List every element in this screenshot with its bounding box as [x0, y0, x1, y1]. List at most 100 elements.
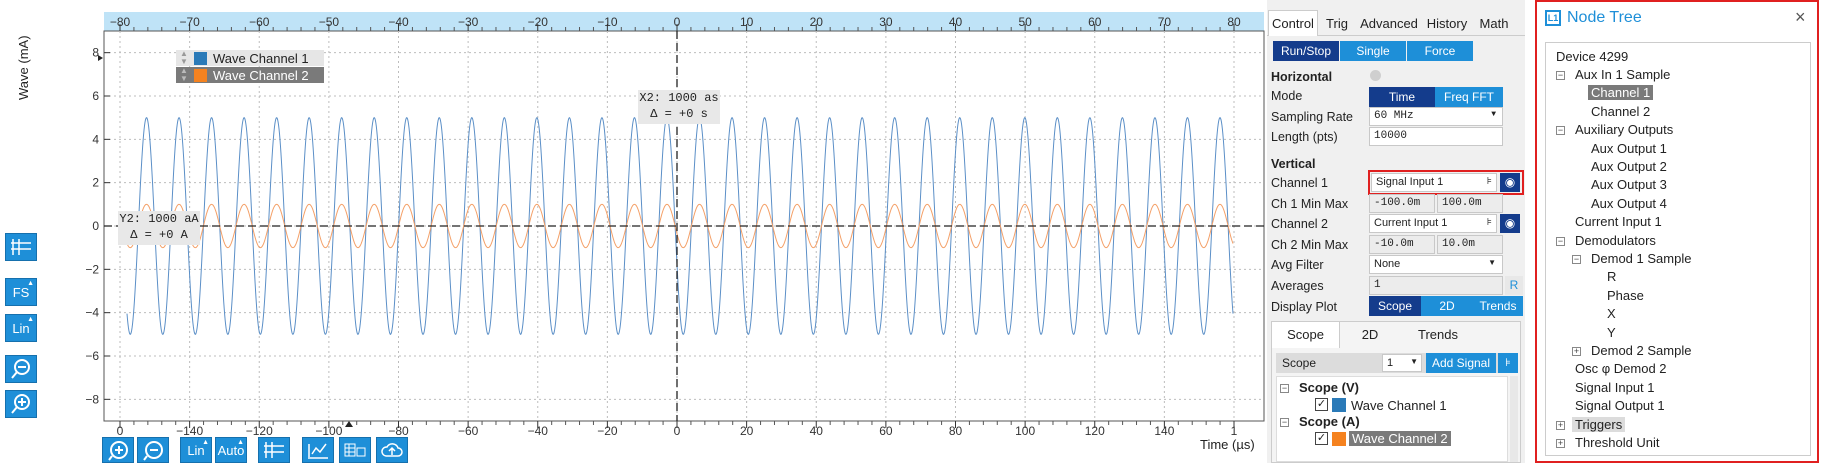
x-scale-auto-button[interactable]: Auto ▲ — [215, 437, 247, 463]
collapse-icon[interactable]: − — [1280, 384, 1289, 393]
cursor-y-label[interactable]: Y2: 1000 aA Δ = +0 A — [118, 211, 200, 245]
tree-item[interactable]: Aux In 1 Sample — [1572, 67, 1673, 82]
node-tree-header: L1 Node Tree × — [1537, 2, 1817, 34]
expand-icon[interactable]: + — [1556, 439, 1565, 448]
plot-area[interactable]: −80 0 −70 −140 −60 −120 −50 −100 −40 −80 −30 −60 −20… — [0, 0, 1265, 463]
ch1-min-input[interactable]: -100.0m — [1369, 194, 1435, 213]
x-scale-lin-button[interactable]: Lin ▲ — [180, 437, 212, 463]
sampling-rate-select[interactable]: 60 MHz ▼ — [1369, 107, 1503, 126]
collapse-icon[interactable]: − — [1572, 255, 1581, 264]
node-tree-title: Node Tree — [1567, 9, 1642, 26]
signals-tab-scope[interactable]: Scope — [1272, 322, 1340, 348]
display-2d-button[interactable]: 2D — [1421, 296, 1473, 316]
dropdown-arrow-icon: ▲ — [237, 439, 244, 446]
table-folder-icon — [344, 443, 366, 457]
add-signal-button[interactable]: Add Signal — [1426, 353, 1496, 373]
ch2-min-input[interactable]: -10.0m — [1369, 235, 1435, 254]
zoom-in-x-button[interactable] — [102, 437, 134, 463]
tree-item[interactable]: Y — [1604, 325, 1619, 340]
checkbox-checked-icon[interactable]: ✓ — [1315, 398, 1328, 411]
mode-time-button[interactable]: Time — [1369, 87, 1435, 107]
save-table-button[interactable] — [339, 437, 371, 463]
channel1-target-button[interactable]: ◉ — [1500, 173, 1520, 192]
display-trends-button[interactable]: Trends — [1473, 296, 1523, 316]
legend-item[interactable]: ▲ ▼ Wave Channel 2 — [176, 67, 324, 83]
zoom-in-icon — [11, 394, 30, 414]
close-icon[interactable]: × — [1795, 7, 1806, 28]
tree-item[interactable]: Osc φ Demod 2 — [1572, 361, 1670, 376]
tree-item[interactable]: Phase — [1604, 288, 1647, 303]
collapse-icon[interactable]: − — [1556, 236, 1565, 246]
signals-tab-trends[interactable]: Trends — [1400, 322, 1476, 348]
checkbox-checked-icon[interactable]: ✓ — [1315, 432, 1328, 445]
averages-input[interactable]: 1 — [1369, 276, 1503, 295]
tab-math[interactable]: Math — [1472, 10, 1516, 36]
expand-icon[interactable]: + — [1572, 347, 1581, 356]
avg-filter-select[interactable]: None ▼ — [1369, 255, 1503, 274]
tree-item[interactable]: Signal Output 1 — [1572, 398, 1668, 413]
tree-item[interactable]: Signal Input 1 — [1572, 380, 1658, 395]
tree-item[interactable]: Triggers — [1572, 416, 1626, 432]
cloud-upload-button[interactable] — [376, 437, 408, 463]
math-tool-button[interactable] — [302, 437, 334, 463]
tree-item[interactable]: Threshold Unit — [1572, 435, 1663, 450]
channel2-select[interactable]: Current Input 1 ⊧ — [1369, 214, 1497, 233]
collapse-icon[interactable]: − — [1556, 126, 1565, 136]
channel1-select[interactable]: Signal Input 1 ⊧ — [1371, 173, 1497, 192]
tab-advanced[interactable]: Advanced — [1356, 10, 1422, 36]
signals-panel: Scope 2D Trends Scope 1 ▼ Add Signal ⊧ −… — [1271, 321, 1521, 463]
channel2-target-button[interactable]: ◉ — [1500, 214, 1520, 233]
ch2-max-input[interactable]: 10.0m — [1437, 235, 1503, 254]
run-stop-button[interactable]: Run/Stop — [1273, 41, 1339, 61]
signal-tree-button[interactable]: ⊧ — [1498, 353, 1518, 373]
tree-item[interactable]: Demodulators — [1572, 233, 1659, 248]
tree-item[interactable]: Channel 2 — [1588, 104, 1653, 119]
tree-item[interactable]: Aux Output 1 — [1588, 141, 1670, 156]
tree-item[interactable]: Current Input 1 — [1572, 214, 1665, 229]
ch1-max-input[interactable]: 100.0m — [1437, 194, 1503, 213]
single-button[interactable]: Single — [1340, 41, 1406, 61]
zoom-out-x-button[interactable] — [137, 437, 169, 463]
tab-trig[interactable]: Trig — [1318, 10, 1356, 36]
zoom-in-y-button[interactable] — [5, 390, 37, 418]
tree-select-icon[interactable]: ⊧ — [1487, 176, 1492, 187]
force-button[interactable]: Force — [1407, 41, 1473, 61]
tab-history[interactable]: History — [1422, 10, 1472, 36]
collapse-icon[interactable]: − — [1556, 71, 1565, 80]
legend-item[interactable]: ▲ ▼ Wave Channel 1 — [176, 50, 324, 66]
tree-item[interactable]: Aux Output 4 — [1588, 196, 1670, 211]
expand-icon[interactable]: + — [1556, 420, 1565, 430]
display-scope-button[interactable]: Scope — [1369, 296, 1421, 316]
scope-number-select[interactable]: 1 ▼ — [1382, 354, 1422, 372]
tree-item[interactable]: Aux Output 3 — [1588, 177, 1670, 192]
tree-item[interactable]: Aux Output 2 — [1588, 159, 1670, 174]
tree-root[interactable]: Device 4299 — [1556, 49, 1628, 64]
signal-color-swatch — [1332, 432, 1346, 446]
cursor-y-delta: Δ = +0 A — [130, 228, 188, 242]
tree-select-icon[interactable]: ⊧ — [1487, 217, 1492, 228]
cursor-x-label[interactable]: X2: 1000 as Δ = +0 s — [638, 90, 720, 124]
cursor-tool-icon — [11, 239, 31, 255]
tree-item[interactable]: Channel 1 — [1588, 85, 1654, 101]
signal-item-label[interactable]: Wave Channel 2 — [1349, 431, 1451, 446]
tree-item[interactable]: X — [1604, 306, 1619, 321]
fs-button[interactable]: FS ▲ — [5, 278, 37, 306]
cursor-tool-button[interactable] — [5, 233, 37, 261]
x-cursor-tool-button[interactable] — [258, 437, 290, 463]
tree-item[interactable]: R — [1604, 269, 1619, 284]
y-scale-lin-button[interactable]: Lin ▲ — [5, 314, 37, 342]
tree-item[interactable]: Demod 1 Sample — [1588, 251, 1694, 266]
tree-item[interactable]: Demod 2 Sample — [1588, 343, 1694, 358]
collapse-icon[interactable]: − — [1280, 418, 1289, 427]
signals-tab-2d[interactable]: 2D — [1340, 322, 1400, 348]
signal-item-label[interactable]: Wave Channel 1 — [1351, 398, 1447, 413]
avg-filter-value: None — [1374, 258, 1401, 270]
tree-item[interactable]: Auxiliary Outputs — [1572, 122, 1676, 137]
tab-control[interactable]: Control — [1268, 10, 1318, 36]
y-tick-label: −8 — [85, 392, 99, 406]
averages-reset-button[interactable]: R — [1505, 276, 1523, 295]
signal-list-scrollbar[interactable] — [1510, 376, 1518, 462]
zoom-out-y-button[interactable] — [5, 355, 37, 383]
length-input[interactable]: 10000 — [1369, 127, 1503, 146]
mode-fft-button[interactable]: Freq FFT — [1435, 87, 1503, 107]
